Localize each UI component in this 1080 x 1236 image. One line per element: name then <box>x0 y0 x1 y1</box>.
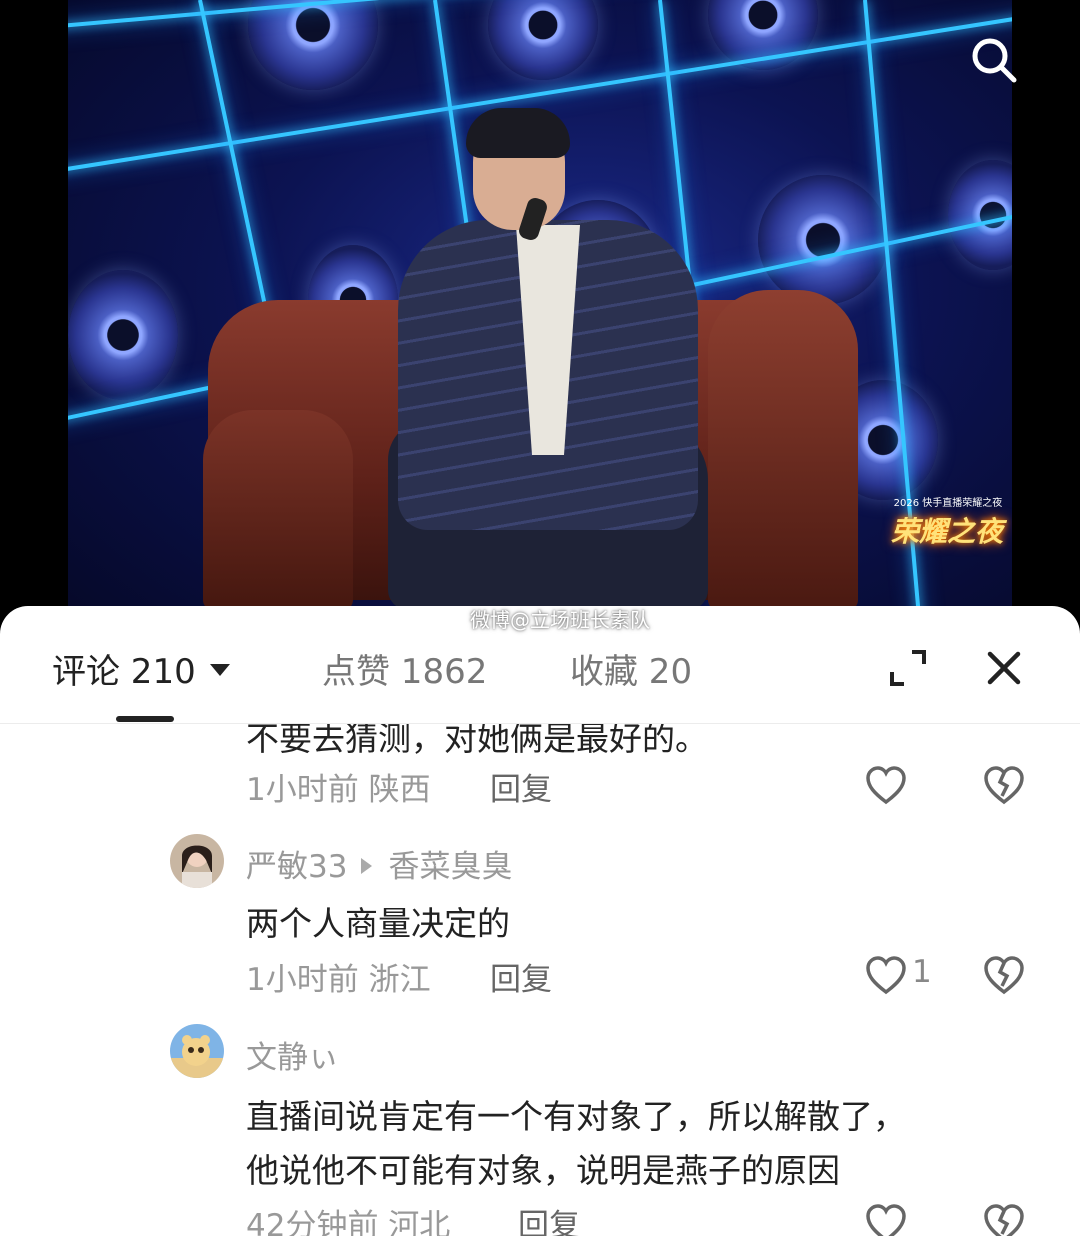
caret-down-icon <box>209 663 230 676</box>
like-count: 1 <box>912 954 932 990</box>
dislike-heart-icon[interactable] <box>982 764 1026 808</box>
reply-button[interactable]: 回复 <box>490 764 552 809</box>
tab-favorites[interactable]: 收藏 20 <box>570 644 692 693</box>
reply-to-username[interactable]: 香菜臭臭 <box>388 849 512 885</box>
comment-text: 不要去猜测，对她俩是最好的。 <box>246 724 708 758</box>
comment-meta: 1小时前 陕西 <box>246 772 431 808</box>
reply-arrow-icon <box>361 857 373 874</box>
username[interactable]: 严敏33 <box>246 849 347 885</box>
singer-hair <box>466 108 570 158</box>
active-tab-indicator <box>116 716 174 722</box>
tab-comments-label: 评论 210 <box>52 652 196 692</box>
video-frame[interactable]: 2026 快手直播荣耀之夜 荣耀之夜 <box>68 0 1012 640</box>
watermark: 微博@立场班长素队 <box>470 608 650 632</box>
dislike-heart-icon[interactable] <box>982 1202 1026 1236</box>
tab-likes[interactable]: 点赞 1862 <box>322 644 487 693</box>
avatar-image <box>170 1024 224 1078</box>
heart-icon[interactable] <box>864 1202 908 1236</box>
comment-text-line: 他说他不可能有对象，说明是燕子的原因 <box>246 1151 840 1190</box>
stage-speaker <box>948 160 1012 270</box>
sofa-arm <box>203 410 353 610</box>
username[interactable]: 文静ぃ <box>246 1032 339 1077</box>
collapse-icon[interactable] <box>886 646 930 690</box>
reply-button[interactable]: 回复 <box>490 954 552 999</box>
close-icon[interactable] <box>982 646 1026 690</box>
comment-text-line: 直播间说肯定有一个有对象了，所以解散了， <box>246 1097 906 1136</box>
event-logo: 荣耀之夜 <box>890 515 1003 548</box>
avatar[interactable] <box>170 1024 224 1078</box>
comment-text: 两个人商量决定的 <box>246 904 510 943</box>
stage-speaker <box>68 270 178 400</box>
stage-speaker <box>758 175 888 305</box>
sofa-arm <box>708 290 858 610</box>
stage-speaker <box>248 0 378 90</box>
dislike-heart-icon[interactable] <box>982 954 1026 998</box>
comment-list: 不要去猜测，对她俩是最好的。 1小时前 陕西 回复 严敏33 香菜臭臭 两个人商… <box>0 724 1080 1236</box>
avatar-image <box>170 834 224 888</box>
comment-sheet: 评论 210 点赞 1862 收藏 20 不要去猜测，对她俩是最好的。 1小时前… <box>0 606 1080 1236</box>
comment-username: 严敏33 香菜臭臭 <box>246 841 512 886</box>
stage-speaker <box>488 0 598 80</box>
event-subtitle: 2026 快手直播荣耀之夜 <box>893 498 1003 509</box>
heart-icon[interactable] <box>864 954 908 998</box>
comment-meta: 1小时前 浙江 <box>246 962 431 998</box>
avatar[interactable] <box>170 834 224 888</box>
comment-meta: 42分钟前 河北 <box>246 1208 451 1236</box>
tab-comments[interactable]: 评论 210 <box>52 644 230 693</box>
heart-icon[interactable] <box>864 764 908 808</box>
reply-button[interactable]: 回复 <box>518 1200 580 1236</box>
search-icon[interactable] <box>968 34 1018 84</box>
